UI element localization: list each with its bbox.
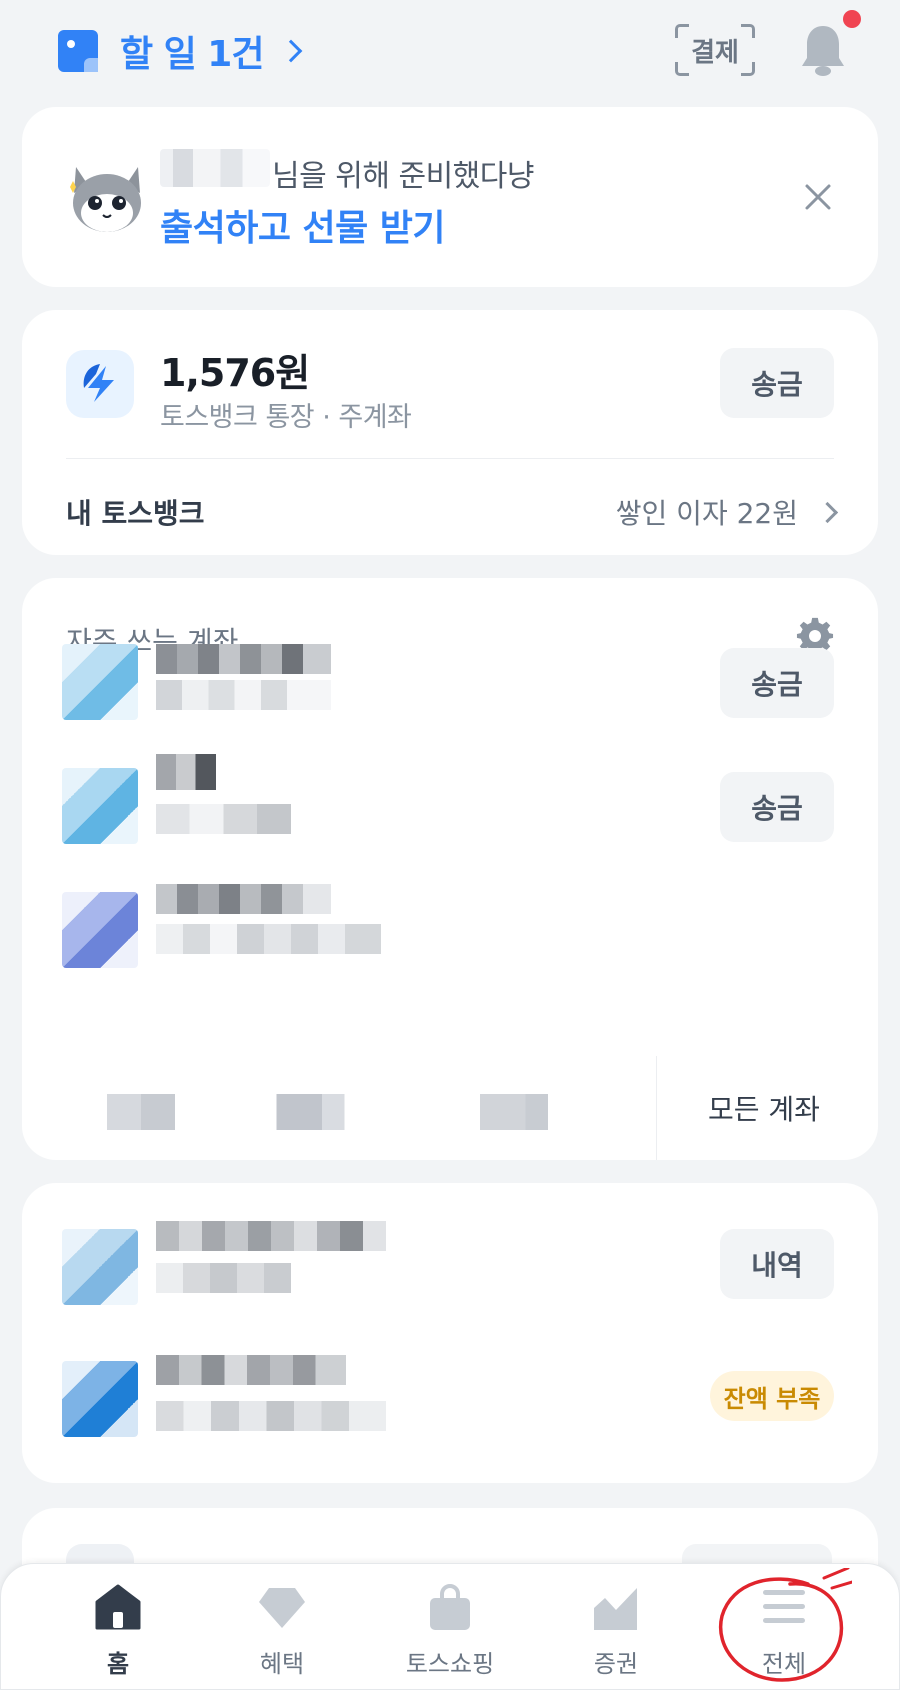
account-row[interactable]: [22, 884, 878, 984]
account-description: 토스뱅크 통장 · 주계좌: [160, 402, 412, 433]
toss-bank-card[interactable]: 1,576원 토스뱅크 통장 · 주계좌 송금 내 토스뱅크 쌓인 이자 22원: [22, 310, 878, 555]
tab-all[interactable]: 전체: [719, 1582, 849, 1682]
bank-logo: [62, 768, 138, 844]
promo-greeting: 님을 위해 준비했다냥: [272, 159, 534, 194]
account-row[interactable]: 내역: [22, 1219, 878, 1319]
tab-label: 증권: [593, 1650, 639, 1678]
scan-corner-icon: [741, 24, 755, 38]
scan-corner-icon: [675, 62, 689, 76]
chart-icon: [594, 1588, 637, 1630]
tab-label: 홈: [106, 1650, 130, 1678]
pay-button[interactable]: 결제: [675, 24, 755, 76]
tab-label: 토스쇼핑: [405, 1650, 495, 1678]
bank-logo: [62, 644, 138, 720]
masked-account-name: [156, 1221, 386, 1251]
all-accounts-link[interactable]: 모든 계좌: [708, 1088, 820, 1128]
todo-link[interactable]: 할 일 1건: [58, 28, 303, 75]
masked-account-name: [156, 1355, 346, 1385]
masked-account-number: [156, 924, 381, 954]
masked-quick-accounts: [62, 1056, 627, 1186]
my-toss-bank-link[interactable]: 내 토스뱅크: [66, 492, 205, 532]
bank-logo: [62, 1229, 138, 1305]
divider: [66, 458, 834, 459]
tab-label: 전체: [761, 1650, 807, 1678]
pay-label: 결제: [691, 37, 739, 68]
bell-icon[interactable]: [800, 24, 846, 78]
insufficient-balance-badge: 잔액 부족: [710, 1371, 834, 1421]
masked-username: [160, 149, 270, 187]
accounts-card: 내역 잔액 부족: [22, 1183, 878, 1483]
masked-account-name: [156, 754, 216, 790]
bottom-tab-bar: 홈 혜택 토스쇼핑 증권 전체: [0, 1563, 900, 1690]
scan-corner-icon: [675, 24, 689, 38]
account-row[interactable]: 잔액 부족: [22, 1351, 878, 1451]
memo-icon: [58, 30, 98, 72]
masked-account-number: [156, 804, 291, 834]
send-button[interactable]: 송금: [720, 648, 834, 718]
accrued-interest[interactable]: 쌓인 이자 22원: [616, 492, 798, 532]
toss-bank-logo: [66, 350, 134, 418]
history-button[interactable]: 내역: [720, 1229, 834, 1299]
bank-logo: [62, 892, 138, 968]
shopping-bag-icon: [430, 1584, 470, 1630]
cat-mascot-icon: [70, 167, 141, 232]
tab-label: 혜택: [259, 1650, 305, 1678]
tab-toss-shopping[interactable]: 토스쇼핑: [385, 1582, 515, 1682]
close-icon[interactable]: [804, 183, 832, 211]
masked-account-number: [156, 680, 331, 710]
tab-home[interactable]: 홈: [53, 1582, 183, 1682]
masked-account-name: [156, 884, 331, 914]
scan-corner-icon: [741, 62, 755, 76]
account-row[interactable]: 송금: [22, 754, 878, 860]
attendance-promo-card[interactable]: 님을 위해 준비했다냥 출석하고 선물 받기: [22, 107, 878, 287]
masked-account-name: [156, 644, 331, 674]
balance-amount: 1,576원: [160, 351, 310, 395]
frequent-accounts-card: 자주 쓰는 계좌 송금 송금 모든 계좌: [22, 578, 878, 1186]
masked-account-number: [156, 1263, 291, 1293]
todo-label: 할 일 1건: [120, 34, 264, 75]
toss-bank-icon: [83, 364, 114, 402]
diamond-icon: [259, 1588, 305, 1628]
tab-benefits[interactable]: 혜택: [217, 1582, 347, 1682]
chevron-right-icon: [816, 501, 839, 524]
promo-title: 출석하고 선물 받기: [160, 208, 446, 249]
home-icon: [95, 1584, 141, 1630]
masked-account-number: [156, 1401, 386, 1431]
chevron-right-icon: [280, 39, 303, 63]
notification-dot: [843, 10, 861, 28]
tab-securities[interactable]: 증권: [551, 1582, 681, 1682]
top-bar: 할 일 1건 결제: [0, 0, 900, 105]
bank-logo: [62, 1361, 138, 1437]
menu-icon: [763, 1590, 805, 1623]
divider: [656, 1056, 657, 1160]
account-row[interactable]: 송금: [22, 636, 878, 736]
send-button[interactable]: 송금: [720, 772, 834, 842]
send-button[interactable]: 송금: [720, 348, 834, 418]
